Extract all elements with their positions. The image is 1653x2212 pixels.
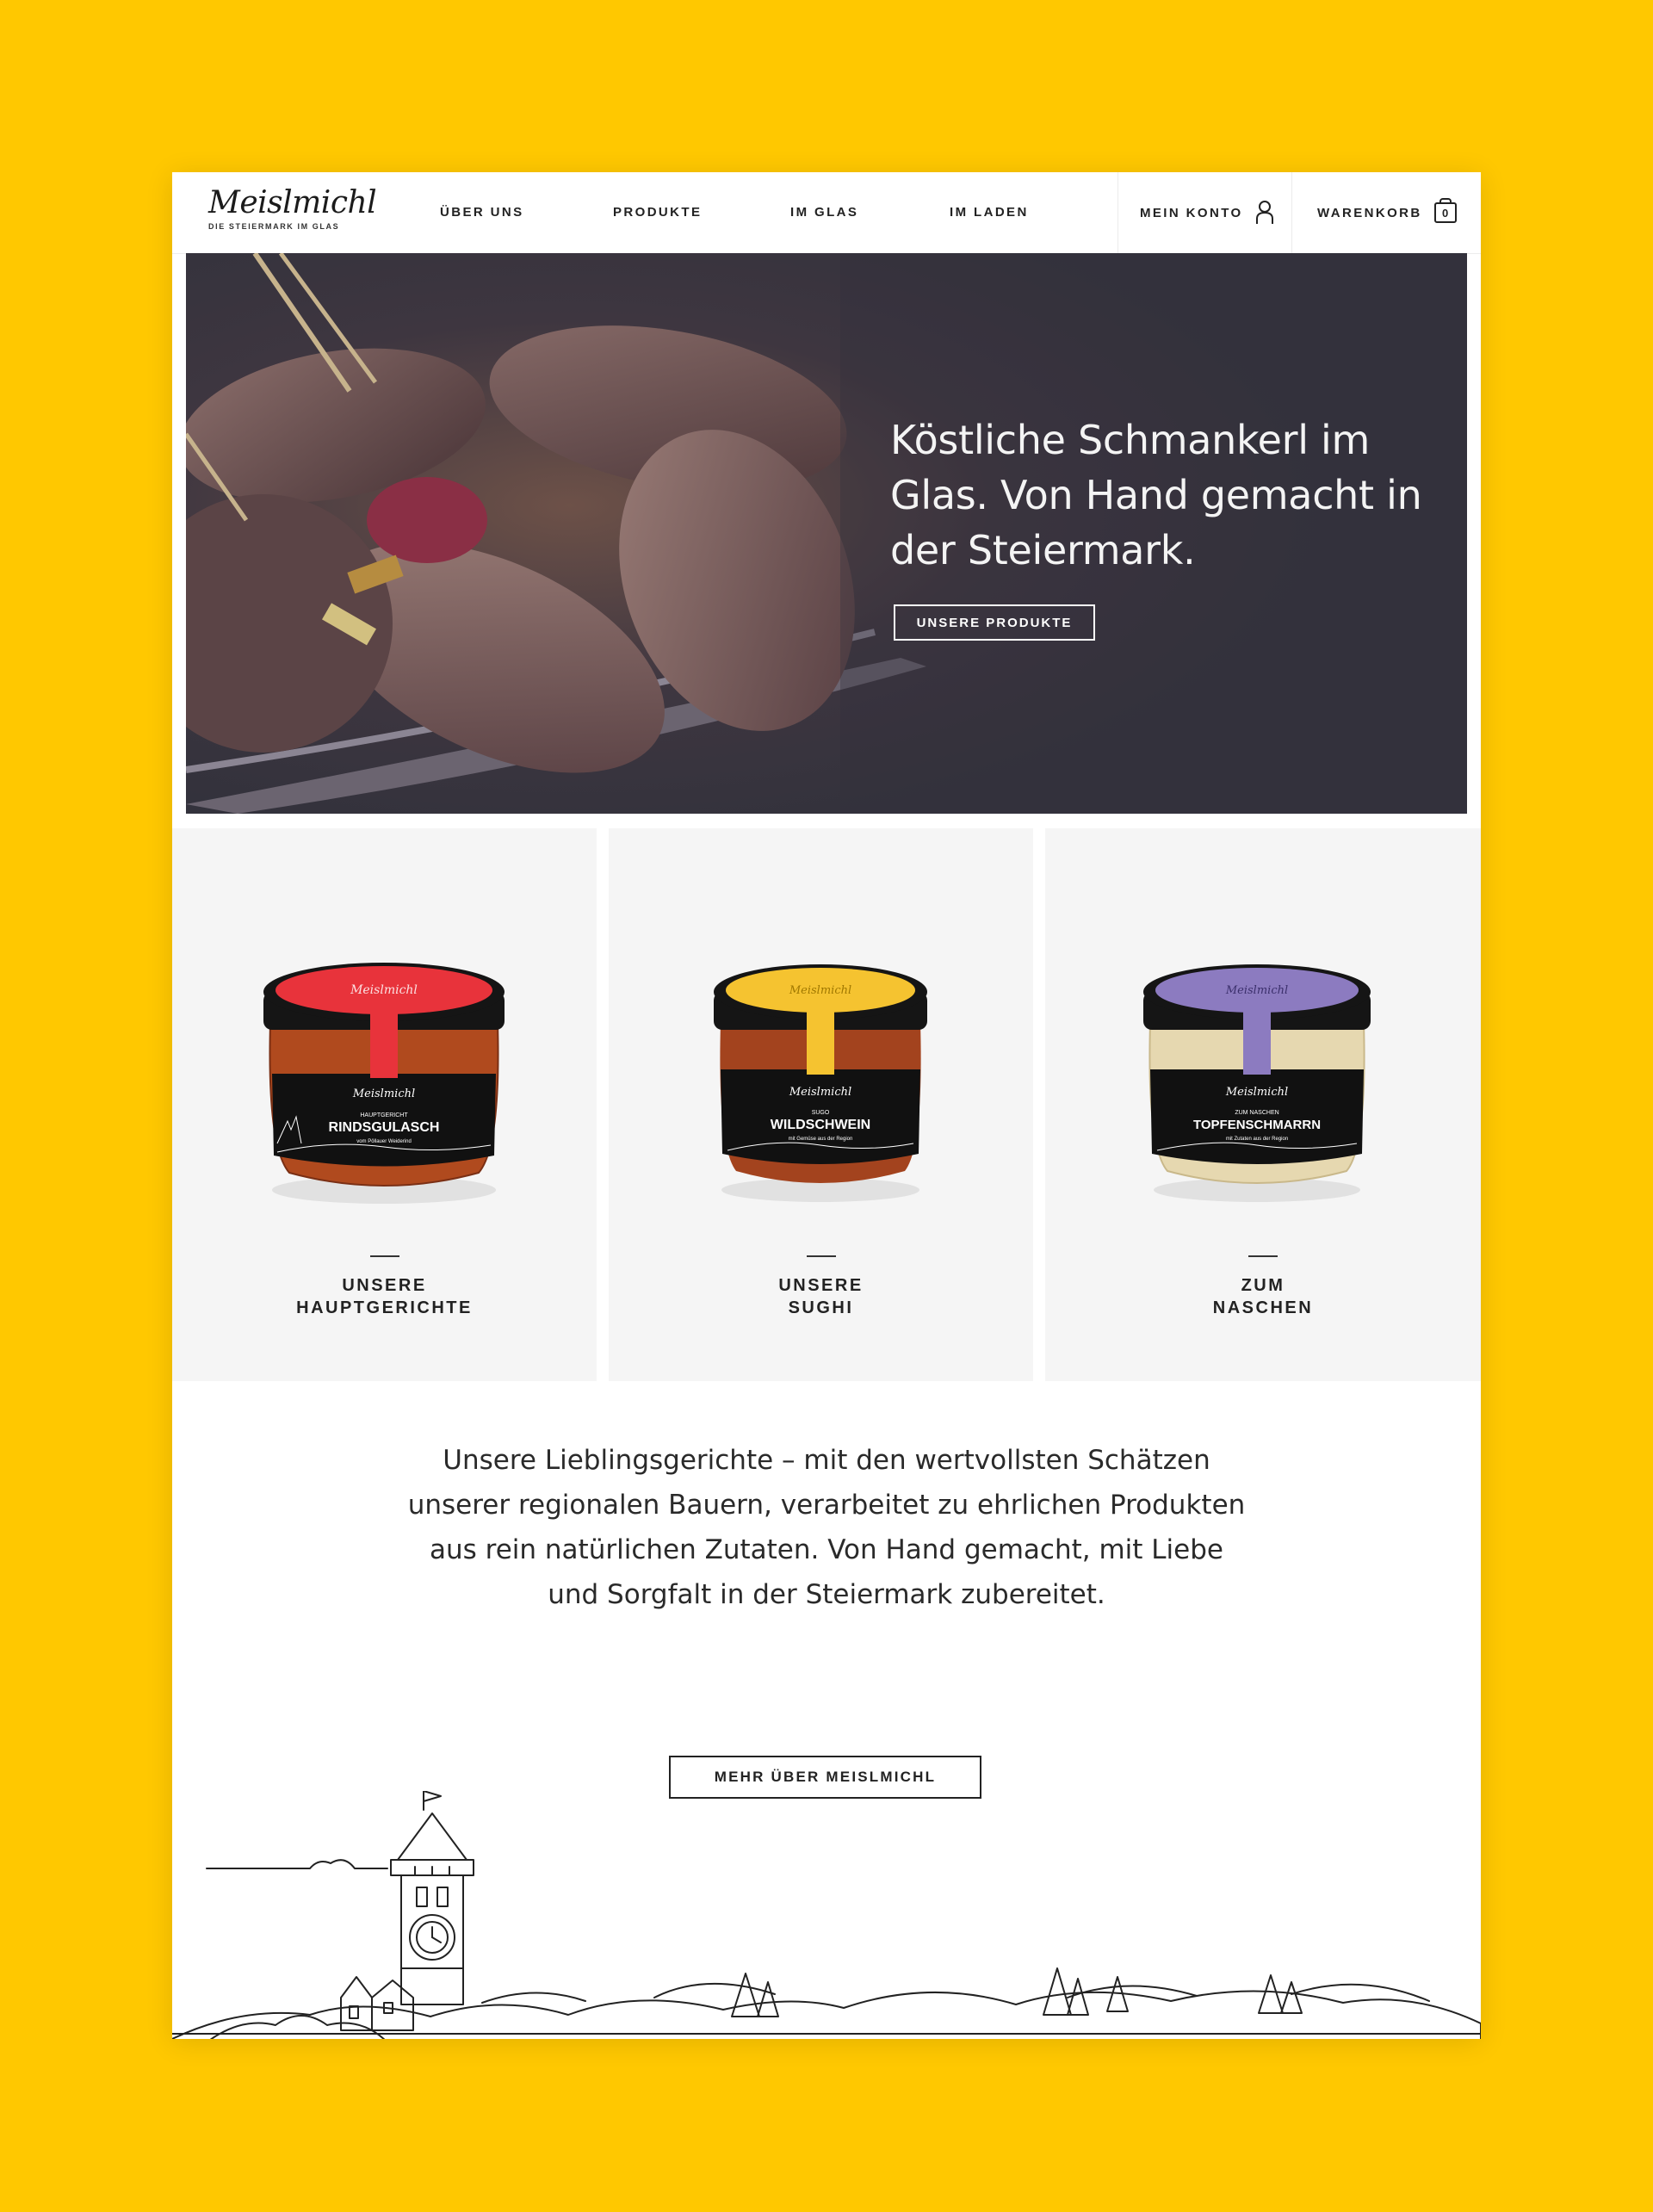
header-divider xyxy=(1291,172,1292,253)
jar-product-name: RINDSGULASCH xyxy=(329,1120,440,1135)
jar-product-sub: mit Gemüse aus der Region xyxy=(789,1137,853,1142)
category-label: ZUM NASCHEN xyxy=(1045,1274,1481,1319)
jar-product-sub: vom Pöllauer Weiderind xyxy=(356,1139,412,1144)
category-label-line1: UNSERE xyxy=(778,1276,864,1295)
intro-line: aus rein natürlichen Zutaten. Von Hand g… xyxy=(430,1534,1223,1565)
category-label-line1: UNSERE xyxy=(342,1276,427,1295)
jar-topfenschmarrn-image: Meislmichl Meislmichl ZUM NASCHEN TOPFEN… xyxy=(1143,964,1371,1202)
category-card-sughi[interactable]: Meislmichl Meislmichl SUGO WILDSCHWEIN m… xyxy=(609,828,1033,1381)
cart-count: 0 xyxy=(1441,206,1449,220)
category-label-line2: NASCHEN xyxy=(1212,1298,1314,1317)
page-card: Meislmichl DIE STEIERMARK IM GLAS ÜBER U… xyxy=(172,172,1481,2039)
category-label: UNSERE HAUPTGERICHTE xyxy=(172,1274,597,1319)
jar-lid-brand: Meislmichl xyxy=(350,983,418,997)
logo-wordmark: Meislmichl xyxy=(208,185,377,220)
category-divider xyxy=(369,1255,399,1257)
nav-item-im-laden[interactable]: IM LADEN xyxy=(950,205,1029,220)
cart-label: WARENKORB xyxy=(1317,205,1422,220)
jar-lid-brand: Meislmichl xyxy=(789,984,851,997)
cart-button[interactable]: WARENKORB 0 xyxy=(1317,172,1457,253)
category-grid: Meislmichl Meislmichl HAUPTGERICHT RINDS… xyxy=(172,828,1481,1381)
category-label: UNSERE SUGHI xyxy=(609,1274,1033,1319)
jar-kicker: ZUM NASCHEN xyxy=(1235,1110,1278,1116)
site-header: Meislmichl DIE STEIERMARK IM GLAS ÜBER U… xyxy=(172,172,1481,254)
category-label-line2: SUGHI xyxy=(788,1298,854,1317)
header-divider xyxy=(1117,172,1118,253)
intro-line: Unsere Lieblingsgerichte – mit den wertv… xyxy=(443,1445,1210,1476)
jar-product-sub: mit Zutaten aus der Region xyxy=(1226,1137,1288,1142)
jar-lid-brand: Meislmichl xyxy=(1225,984,1288,997)
jar-wildschwein-image: Meislmichl Meislmichl SUGO WILDSCHWEIN m… xyxy=(714,964,927,1202)
nav-item-produkte[interactable]: PRODUKTE xyxy=(613,205,702,220)
intro-text: Unsere Lieblingsgerichte – mit den wertv… xyxy=(172,1438,1481,1617)
jar-brand: Meislmichl xyxy=(1225,1086,1288,1099)
hero-title: Köstliche Schmankerl im Glas. Von Hand g… xyxy=(890,417,1422,573)
category-card-naschen[interactable]: Meislmichl Meislmichl ZUM NASCHEN TOPFEN… xyxy=(1045,828,1481,1381)
category-divider xyxy=(1248,1255,1278,1257)
jar-rindsgulasch-image: Meislmichl Meislmichl HAUPTGERICHT RINDS… xyxy=(263,963,505,1204)
intro-line: unserer regionalen Bauern, verarbeitet z… xyxy=(407,1490,1246,1521)
cart-icon: 0 xyxy=(1433,198,1457,223)
jar-product-name: WILDSCHWEIN xyxy=(771,1118,870,1132)
nav-item-ueber-uns[interactable]: ÜBER UNS xyxy=(440,205,524,220)
user-icon xyxy=(1255,201,1273,224)
category-divider xyxy=(806,1255,836,1257)
hero-products-button[interactable]: UNSERE PRODUKTE xyxy=(894,604,1095,641)
category-label-line1: ZUM xyxy=(1241,1276,1285,1295)
landscape-illustration xyxy=(172,1791,1481,2039)
logo-tagline: DIE STEIERMARK IM GLAS xyxy=(208,222,340,231)
category-card-hauptgerichte[interactable]: Meislmichl Meislmichl HAUPTGERICHT RINDS… xyxy=(172,828,597,1381)
jar-brand: Meislmichl xyxy=(789,1086,851,1099)
jar-kicker: HAUPTGERICHT xyxy=(360,1112,408,1118)
hero-banner: Köstliche Schmankerl im Glas. Von Hand g… xyxy=(186,253,1467,814)
account-button[interactable]: MEIN KONTO xyxy=(1140,172,1274,253)
jar-kicker: SUGO xyxy=(812,1110,830,1116)
nav-item-im-glas[interactable]: IM GLAS xyxy=(790,205,858,220)
category-label-line2: HAUPTGERICHTE xyxy=(296,1298,473,1317)
jar-product-name: TOPFENSCHMARRN xyxy=(1193,1118,1321,1132)
account-label: MEIN KONTO xyxy=(1140,205,1243,220)
logo[interactable]: Meislmichl DIE STEIERMARK IM GLAS xyxy=(208,185,377,232)
jar-brand: Meislmichl xyxy=(352,1087,415,1100)
intro-line: und Sorgfalt in der Steiermark zubereite… xyxy=(548,1579,1105,1610)
